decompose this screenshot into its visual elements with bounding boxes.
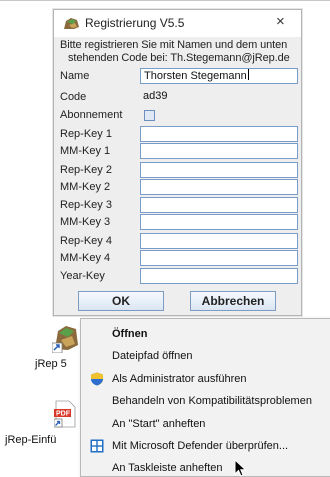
cancel-button[interactable]: Abbrechen xyxy=(190,291,276,311)
key-label: MM-Key 1 xyxy=(60,145,111,157)
menu-item-open[interactable]: Öffnen xyxy=(81,323,330,345)
menu-item-label: An "Start" anheften xyxy=(112,418,206,430)
svg-text:PDF: PDF xyxy=(56,411,71,418)
menu-item-label: An Taskleiste anheften xyxy=(112,462,223,474)
mm-key-3-field[interactable] xyxy=(140,214,298,230)
code-label: Code xyxy=(60,91,87,103)
key-label: Rep-Key 2 xyxy=(60,164,112,176)
jrep-icon-label: jRep 5 xyxy=(35,358,67,370)
registration-dialog: Registrierung V5.5 × Bitte registrieren … xyxy=(53,9,302,316)
shield-icon xyxy=(91,372,103,386)
key-label: Year-Key xyxy=(60,270,105,282)
dialog-title: Registrierung V5.5 xyxy=(85,16,185,30)
close-button[interactable]: × xyxy=(276,13,285,30)
mouse-cursor-icon xyxy=(234,459,247,477)
menu-item-run-as-admin[interactable]: Als Administrator ausführen xyxy=(81,368,330,390)
mm-key-2-field[interactable] xyxy=(140,179,298,195)
abonnement-checkbox[interactable] xyxy=(144,110,155,121)
year-key-field[interactable] xyxy=(140,268,298,284)
key-label: MM-Key 4 xyxy=(60,252,111,264)
mm-key-1-field[interactable] xyxy=(140,143,298,159)
menu-item-label: Mit Microsoft Defender überprüfen... xyxy=(112,440,289,452)
text-caret xyxy=(247,69,249,80)
dialog-titlebar[interactable]: Registrierung V5.5 × xyxy=(54,10,301,37)
top-divider xyxy=(0,0,330,1)
info-line-1: Bitte registrieren Sie mit Namen und dem… xyxy=(60,39,288,51)
abonnement-label: Abonnement xyxy=(60,109,123,121)
info-text: Bitte registrieren Sie mit Namen und dem… xyxy=(60,39,300,65)
menu-item-defender-scan[interactable]: Mit Microsoft Defender überprüfen... xyxy=(81,435,330,457)
menu-item-pin-taskbar[interactable]: An Taskleiste anheften xyxy=(81,457,330,476)
key-label: MM-Key 2 xyxy=(60,181,111,193)
pdf-file-icon[interactable]: PDF xyxy=(54,400,76,428)
pdf-icon-label: jRep-Einfü xyxy=(5,434,57,446)
menu-item-label: Behandeln von Kompatibilitätsproblemen xyxy=(112,395,312,407)
ok-button[interactable]: OK xyxy=(78,291,164,311)
rep-key-1-field[interactable] xyxy=(140,126,298,142)
key-label: MM-Key 3 xyxy=(60,216,111,228)
menu-item-label: Öffnen xyxy=(112,328,148,340)
key-label: Rep-Key 1 xyxy=(60,128,112,140)
jrep-app-icon[interactable] xyxy=(52,323,80,353)
code-field: ad39 xyxy=(140,89,298,105)
mm-key-4-field[interactable] xyxy=(140,250,298,266)
key-label: Rep-Key 4 xyxy=(60,235,112,247)
menu-item-label: Dateipfad öffnen xyxy=(112,350,193,362)
app-logo-icon xyxy=(64,18,79,29)
context-menu: Öffnen Dateipfad öffnen Als Administrato… xyxy=(80,318,330,477)
name-value: Thorsten Stegemann xyxy=(144,70,247,82)
name-field[interactable]: Thorsten Stegemann xyxy=(140,68,298,84)
info-line-2: stehenden Code bei: Th.Stegemann@jRep.de xyxy=(68,52,290,64)
menu-item-compatibility[interactable]: Behandeln von Kompatibilitätsproblemen xyxy=(81,390,330,412)
menu-item-open-path[interactable]: Dateipfad öffnen xyxy=(81,345,330,367)
name-label: Name xyxy=(60,70,90,82)
menu-item-pin-start[interactable]: An "Start" anheften xyxy=(81,413,330,435)
rep-key-3-field[interactable] xyxy=(140,197,298,213)
defender-icon xyxy=(90,439,104,453)
menu-item-label: Als Administrator ausführen xyxy=(112,373,247,385)
rep-key-4-field[interactable] xyxy=(140,233,298,249)
key-label: Rep-Key 3 xyxy=(60,199,112,211)
rep-key-2-field[interactable] xyxy=(140,162,298,178)
